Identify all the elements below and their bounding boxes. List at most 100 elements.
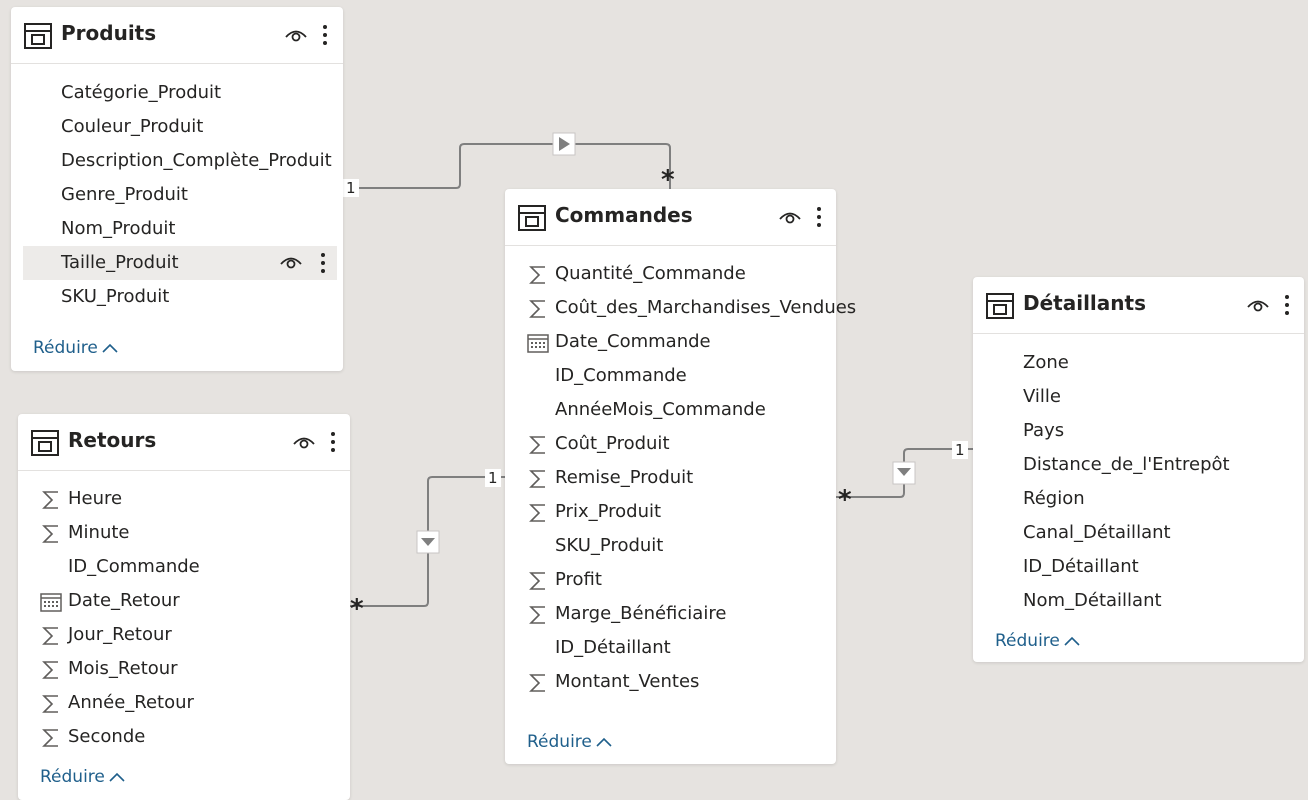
field-item[interactable]: Distance_de_l'Entrepôt — [985, 448, 1298, 482]
more-options-icon[interactable] — [320, 252, 326, 274]
field-label: ID_Détaillant — [1023, 556, 1139, 577]
eye-icon[interactable] — [779, 211, 801, 225]
field-label: Prix_Produit — [555, 501, 662, 522]
collapse-label: Réduire — [40, 767, 105, 787]
table-header[interactable]: Retours — [18, 414, 350, 471]
table-card-commandes[interactable]: Commandes Quantité_Commande Coût_des_Mar… — [505, 189, 856, 764]
field-item[interactable]: Ville — [985, 380, 1298, 414]
field-item[interactable]: Remise_Produit — [517, 461, 830, 495]
field-item[interactable]: Région — [985, 482, 1298, 516]
cardinality-many-label: * — [838, 485, 852, 515]
field-item[interactable]: Minute — [30, 516, 344, 550]
sigma-icon — [529, 504, 545, 522]
field-item[interactable]: Montant_Ventes — [517, 665, 830, 699]
table-card-retours[interactable]: Retours Heure Minute ID_Commande Date_Re… — [18, 414, 350, 800]
sigma-icon — [42, 525, 58, 543]
field-label: Jour_Retour — [68, 624, 172, 645]
cardinality-one-label: 1 — [485, 469, 501, 487]
field-label: Taille_Produit — [61, 252, 179, 273]
field-label: ID_Détaillant — [555, 637, 671, 658]
sigma-icon — [529, 674, 545, 692]
field-item[interactable]: Jour_Retour — [30, 618, 344, 652]
table-card-detaillants[interactable]: Détaillants Zone Ville Pays Distance_de_… — [973, 277, 1304, 662]
field-label: Région — [1023, 488, 1085, 509]
more-options-icon[interactable] — [322, 24, 328, 46]
field-item[interactable]: ID_Commande — [517, 359, 830, 393]
field-item[interactable]: Description_Complète_Produit — [23, 144, 337, 178]
field-label: AnnéeMois_Commande — [555, 399, 766, 420]
field-item[interactable]: ID_Détaillant — [517, 631, 830, 665]
field-item[interactable]: Heure — [30, 482, 344, 516]
eye-icon[interactable] — [285, 29, 307, 43]
field-item[interactable]: ID_Commande — [30, 550, 344, 584]
field-item[interactable]: Marge_Bénéficiaire — [517, 597, 830, 631]
cardinality-many-label: * — [350, 594, 364, 624]
field-item[interactable]: Coût_des_Marchandises_Vendues — [517, 291, 856, 325]
field-item[interactable]: Zone — [985, 346, 1298, 380]
sigma-icon — [42, 491, 58, 509]
eye-icon[interactable] — [293, 436, 315, 450]
field-item-hovered[interactable]: Taille_Produit — [23, 246, 337, 280]
field-item[interactable]: Nom_Détaillant — [985, 584, 1298, 618]
more-options-icon[interactable] — [330, 431, 336, 453]
chevron-up-icon — [109, 772, 125, 782]
field-item[interactable]: Catégorie_Produit — [23, 76, 337, 110]
field-label: Montant_Ventes — [555, 671, 700, 692]
field-item[interactable]: Profit — [517, 563, 830, 597]
collapse-button[interactable]: Réduire — [33, 338, 118, 358]
field-item[interactable]: AnnéeMois_Commande — [517, 393, 830, 427]
table-header[interactable]: Commandes — [505, 189, 836, 246]
more-options-icon[interactable] — [816, 206, 822, 228]
field-label: Nom_Produit — [61, 218, 176, 239]
sigma-icon — [529, 572, 545, 590]
field-item[interactable]: ID_Détaillant — [985, 550, 1298, 584]
eye-icon[interactable] — [280, 256, 302, 270]
field-label: SKU_Produit — [555, 535, 664, 556]
field-label: Quantité_Commande — [555, 263, 746, 284]
field-label: Ville — [1023, 386, 1061, 407]
field-item[interactable]: Quantité_Commande — [517, 257, 830, 291]
field-item[interactable]: Date_Commande — [517, 325, 830, 359]
field-item[interactable]: Prix_Produit — [517, 495, 830, 529]
table-title: Produits — [61, 21, 157, 45]
field-item[interactable]: Coût_Produit — [517, 427, 830, 461]
field-item[interactable]: Mois_Retour — [30, 652, 344, 686]
table-header[interactable]: Détaillants — [973, 277, 1304, 334]
field-item[interactable]: Année_Retour — [30, 686, 344, 720]
calendar-icon — [40, 593, 62, 612]
field-item[interactable]: Seconde — [30, 720, 344, 754]
table-title: Commandes — [555, 203, 693, 227]
field-label: Description_Complète_Produit — [61, 150, 332, 171]
eye-icon[interactable] — [1247, 299, 1269, 313]
field-item[interactable]: Pays — [985, 414, 1298, 448]
collapse-label: Réduire — [33, 338, 98, 358]
field-label: ID_Commande — [555, 365, 687, 386]
more-options-icon[interactable] — [1284, 294, 1290, 316]
cardinality-one-label: 1 — [343, 179, 359, 197]
field-item[interactable]: Genre_Produit — [23, 178, 337, 212]
field-label: Coût_des_Marchandises_Vendues — [555, 297, 857, 318]
collapse-button[interactable]: Réduire — [527, 732, 612, 752]
table-card-produits[interactable]: Produits Catégorie_Produit Couleur_Produ… — [11, 7, 343, 371]
field-label: Année_Retour — [68, 692, 194, 713]
table-header[interactable]: Produits — [11, 7, 343, 64]
field-item[interactable]: Nom_Produit — [23, 212, 337, 246]
calendar-icon — [527, 334, 549, 353]
field-label: Genre_Produit — [61, 184, 188, 205]
collapse-button[interactable]: Réduire — [995, 631, 1080, 651]
field-item[interactable]: Couleur_Produit — [23, 110, 337, 144]
field-item[interactable]: SKU_Produit — [23, 280, 337, 314]
sigma-icon — [529, 470, 545, 488]
field-label: Seconde — [68, 726, 146, 747]
collapse-button[interactable]: Réduire — [40, 767, 125, 787]
field-label: Date_Commande — [555, 331, 711, 352]
field-label: Zone — [1023, 352, 1069, 373]
field-item[interactable]: SKU_Produit — [517, 529, 830, 563]
field-item[interactable]: Canal_Détaillant — [985, 516, 1298, 550]
cross-filter-direction-down — [416, 530, 440, 554]
table-icon — [24, 23, 52, 49]
chevron-up-icon — [102, 343, 118, 353]
field-label: Couleur_Produit — [61, 116, 204, 137]
field-item[interactable]: Date_Retour — [30, 584, 344, 618]
field-label: Catégorie_Produit — [61, 82, 222, 103]
